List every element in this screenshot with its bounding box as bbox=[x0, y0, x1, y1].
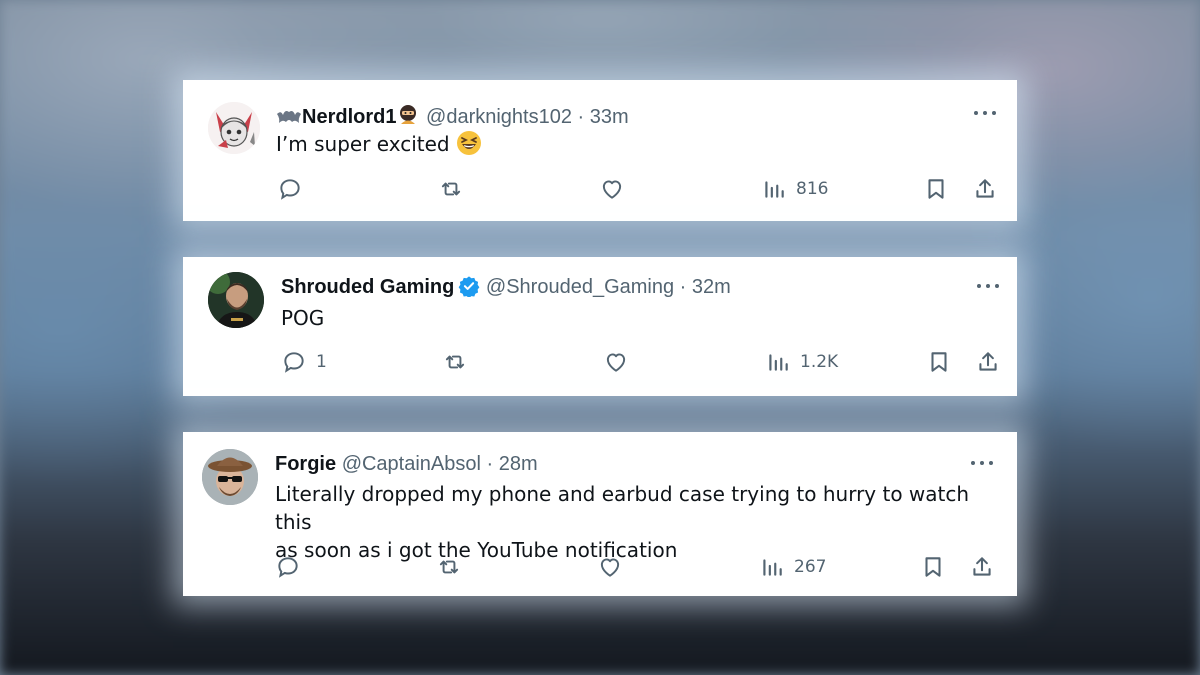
like-button[interactable] bbox=[603, 349, 629, 375]
separator-dot: · bbox=[679, 276, 687, 298]
heart-icon bbox=[600, 558, 620, 577]
separator-dot: · bbox=[486, 453, 494, 475]
view-count: 267 bbox=[794, 557, 827, 577]
verified-badge-icon bbox=[458, 276, 480, 297]
handle[interactable]: @Shrouded_Gaming bbox=[486, 276, 674, 298]
display-name[interactable]: Forgie bbox=[275, 453, 336, 475]
separator-dot: · bbox=[577, 106, 585, 128]
handle[interactable]: @darknights102 bbox=[426, 106, 572, 128]
views-chart-icon bbox=[765, 181, 784, 198]
share-button[interactable] bbox=[969, 554, 995, 580]
tweet-card[interactable]: Nerdlord1 @darknights102 · 33m I’m super… bbox=[183, 80, 1017, 221]
heart-icon bbox=[606, 353, 626, 372]
share-button[interactable] bbox=[975, 349, 1001, 375]
tweet-text-content: I’m super excited bbox=[276, 132, 450, 156]
display-name[interactable]: Nerdlord1 bbox=[302, 106, 396, 128]
tweet-header: Nerdlord1 @darknights102 · 33m bbox=[276, 102, 629, 129]
bookmark-icon bbox=[928, 179, 944, 199]
views-button[interactable]: 267 bbox=[759, 554, 826, 580]
more-options-icon[interactable] bbox=[977, 281, 999, 291]
ninja-icon bbox=[400, 105, 417, 124]
reply-count: 1 bbox=[316, 352, 327, 372]
tweet-text: POG bbox=[281, 304, 324, 332]
avatar[interactable] bbox=[208, 102, 260, 154]
bat-icon bbox=[277, 111, 301, 123]
bookmark-button[interactable] bbox=[926, 349, 952, 375]
bookmark-icon bbox=[925, 557, 941, 577]
tweet-text-line: as soon as i got the YouTube notificatio… bbox=[275, 538, 678, 562]
timestamp[interactable]: 32m bbox=[692, 276, 731, 298]
views-button[interactable]: 1.2K bbox=[765, 349, 838, 375]
reply-button[interactable] bbox=[277, 176, 312, 202]
tweet-text-content: POG bbox=[281, 306, 325, 330]
reply-button[interactable] bbox=[275, 554, 310, 580]
view-count: 1.2K bbox=[800, 352, 839, 372]
share-icon bbox=[979, 352, 997, 371]
tweet-text: I’m super excited bbox=[276, 130, 482, 158]
tweet-header: Shrouded Gaming @Shrouded_Gaming · 32m bbox=[281, 275, 731, 299]
retweet-icon bbox=[441, 182, 461, 196]
view-count: 816 bbox=[796, 179, 829, 199]
reply-icon bbox=[284, 352, 304, 373]
more-options-icon[interactable] bbox=[971, 458, 993, 468]
like-button[interactable] bbox=[599, 176, 625, 202]
tweet-card[interactable]: Shrouded Gaming @Shrouded_Gaming · 32m P… bbox=[183, 257, 1017, 396]
retweet-button[interactable] bbox=[438, 176, 464, 202]
heart-icon bbox=[602, 180, 622, 199]
views-button[interactable]: 816 bbox=[761, 176, 828, 202]
reply-icon bbox=[280, 179, 300, 200]
bookmark-icon bbox=[931, 352, 947, 372]
more-options-icon[interactable] bbox=[974, 108, 996, 118]
hat-sunglasses-avatar-icon bbox=[202, 449, 258, 505]
views-chart-icon bbox=[769, 354, 788, 371]
like-button[interactable] bbox=[597, 554, 623, 580]
tweet-card[interactable]: Forgie @CaptainAbsol · 28m Literally dro… bbox=[183, 432, 1017, 596]
share-icon bbox=[976, 179, 994, 198]
reply-icon bbox=[278, 557, 298, 578]
bookmark-button[interactable] bbox=[920, 554, 946, 580]
views-chart-icon bbox=[763, 559, 782, 576]
share-icon bbox=[973, 557, 991, 576]
handle[interactable]: @CaptainAbsol bbox=[342, 453, 481, 475]
retweet-button[interactable] bbox=[442, 349, 468, 375]
avatar[interactable] bbox=[208, 272, 264, 328]
retweet-icon bbox=[439, 560, 459, 574]
tweet-header: Forgie @CaptainAbsol · 28m bbox=[275, 452, 538, 476]
reply-button[interactable]: 1 bbox=[281, 349, 327, 375]
share-button[interactable] bbox=[972, 176, 998, 202]
tweet-text: Literally dropped my phone and earbud ca… bbox=[275, 480, 995, 564]
retweet-icon bbox=[445, 355, 465, 369]
anime-character-avatar-icon bbox=[208, 102, 260, 154]
bookmark-button[interactable] bbox=[923, 176, 949, 202]
timestamp[interactable]: 28m bbox=[499, 453, 538, 475]
avatar[interactable] bbox=[202, 449, 258, 505]
grinning-squinting-face-icon bbox=[456, 131, 481, 155]
display-name[interactable]: Shrouded Gaming bbox=[281, 276, 454, 298]
timestamp[interactable]: 33m bbox=[590, 106, 629, 128]
tweet-text-line: Literally dropped my phone and earbud ca… bbox=[275, 482, 970, 534]
retweet-button[interactable] bbox=[436, 554, 462, 580]
bearded-man-avatar-icon bbox=[208, 272, 264, 328]
